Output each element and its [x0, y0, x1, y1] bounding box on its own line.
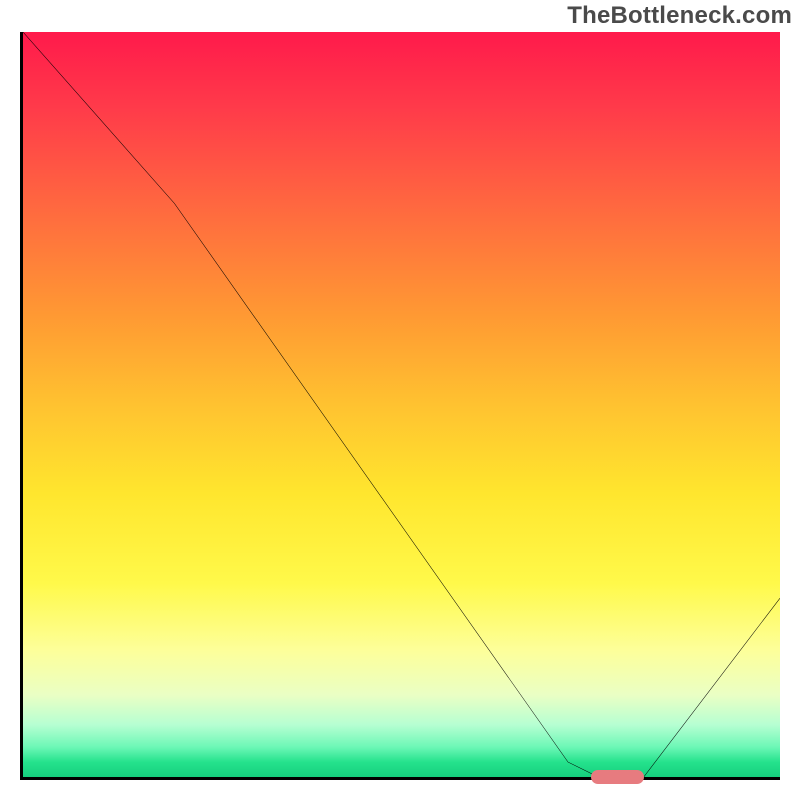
chart-container: TheBottleneck.com — [0, 0, 800, 800]
plot-area — [20, 32, 780, 780]
optimal-range-marker — [591, 770, 644, 784]
bottleneck-curve — [23, 32, 780, 777]
watermark-text: TheBottleneck.com — [567, 2, 792, 30]
